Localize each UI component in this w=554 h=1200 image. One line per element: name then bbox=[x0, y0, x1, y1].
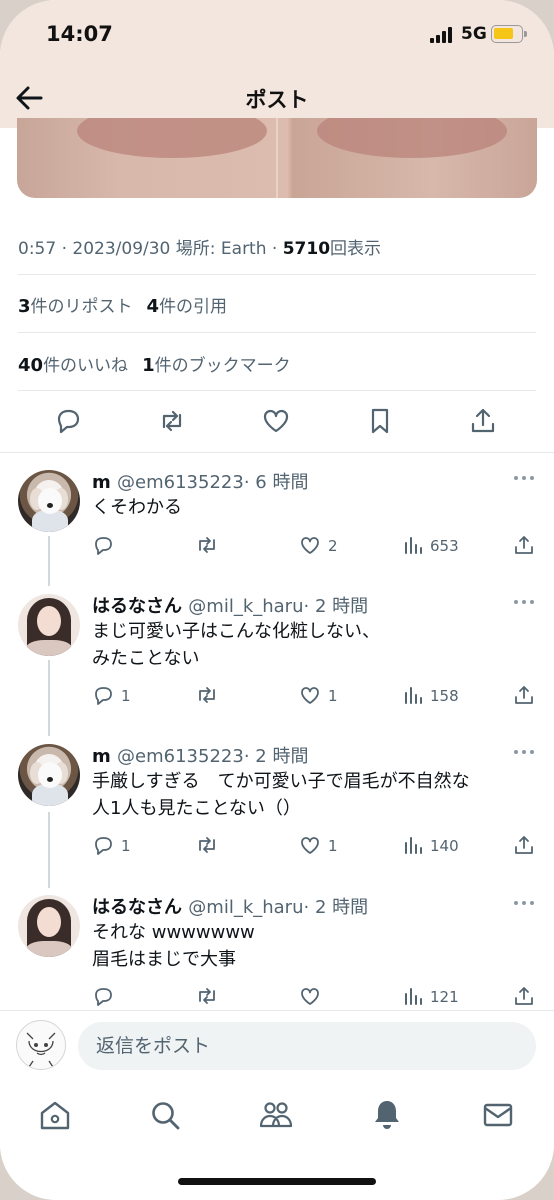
home-indicator bbox=[178, 1178, 376, 1185]
like-bookmark-stats: 40件のいいね 1件のブックマーク bbox=[18, 351, 291, 376]
likes-link[interactable]: 40件のいいね bbox=[18, 355, 128, 376]
my-avatar[interactable] bbox=[16, 1020, 66, 1070]
bookmarks-link[interactable]: 1件のブックマーク bbox=[142, 355, 291, 376]
avatar[interactable] bbox=[18, 470, 80, 532]
status-time: 14:07 bbox=[46, 22, 113, 46]
heart-icon[interactable] bbox=[299, 684, 321, 706]
post-timestamp-location: 0:57 · 2023/09/30 場所: Earth · bbox=[18, 239, 283, 259]
phone-screen: 14:07 5G ポスト 0:57 · 2023/09/30 場所: Earth… bbox=[0, 0, 554, 1200]
signal-icon bbox=[430, 27, 456, 43]
avatar[interactable] bbox=[18, 594, 80, 656]
like-count: 1 bbox=[328, 837, 338, 855]
divider bbox=[18, 332, 536, 333]
heart-icon[interactable] bbox=[261, 406, 291, 436]
reposts-link[interactable]: 3件のリポスト bbox=[18, 296, 133, 317]
avatar[interactable] bbox=[18, 895, 80, 957]
share-icon[interactable] bbox=[513, 834, 535, 856]
view-count: 158 bbox=[430, 687, 459, 705]
share-icon[interactable] bbox=[513, 534, 535, 556]
view-count: 121 bbox=[430, 988, 459, 1006]
repost-icon[interactable] bbox=[157, 406, 187, 436]
search-icon[interactable] bbox=[148, 1098, 182, 1132]
reply-text: まじ可愛い子はこんな化粧しない、 みたことない bbox=[92, 621, 380, 669]
more-options-icon[interactable] bbox=[512, 476, 536, 482]
view-count: 653 bbox=[430, 537, 459, 555]
post-image[interactable] bbox=[17, 118, 537, 198]
repost-icon[interactable] bbox=[196, 985, 218, 1007]
divider bbox=[18, 390, 536, 391]
share-icon[interactable] bbox=[513, 985, 535, 1007]
reply-count: 1 bbox=[121, 687, 131, 705]
speech-bubble-icon[interactable] bbox=[93, 684, 115, 706]
speech-bubble-icon[interactable] bbox=[53, 406, 83, 436]
like-count: 2 bbox=[328, 537, 338, 555]
bar-chart-icon[interactable] bbox=[402, 534, 424, 556]
reply-author[interactable]: m @em6135223· 2 時間 bbox=[92, 742, 308, 768]
like-count: 1 bbox=[328, 687, 338, 705]
divider bbox=[0, 1010, 554, 1011]
reply-author[interactable]: m @em6135223· 6 時間 bbox=[92, 468, 308, 494]
home-icon[interactable] bbox=[38, 1098, 72, 1132]
bar-chart-icon[interactable] bbox=[402, 834, 424, 856]
view-count: 140 bbox=[430, 837, 459, 855]
share-icon[interactable] bbox=[513, 684, 535, 706]
heart-icon[interactable] bbox=[299, 834, 321, 856]
reply-actions: 1 1 158 bbox=[0, 684, 554, 710]
share-icon[interactable] bbox=[468, 406, 498, 436]
repost-icon[interactable] bbox=[196, 834, 218, 856]
reply-text: 手厳しすぎる てか可愛い子で眉毛が不自然な 人1人も見たことない（） bbox=[92, 771, 470, 819]
post-meta: 0:57 · 2023/09/30 場所: Earth · 5710回表示 bbox=[18, 234, 381, 259]
avatar[interactable] bbox=[18, 744, 80, 806]
more-options-icon[interactable] bbox=[512, 600, 536, 606]
repost-quote-stats: 3件のリポスト 4件の引用 bbox=[18, 292, 227, 317]
reply-author[interactable]: はるなさん @mil_k_haru· 2 時間 bbox=[92, 893, 368, 919]
reply-text: くそわかる bbox=[92, 497, 182, 518]
speech-bubble-icon[interactable] bbox=[93, 985, 115, 1007]
post-action-bar bbox=[0, 392, 554, 452]
battery-icon bbox=[491, 25, 527, 43]
people-icon[interactable] bbox=[259, 1098, 293, 1132]
divider bbox=[18, 274, 536, 275]
heart-icon[interactable] bbox=[299, 985, 321, 1007]
reply-text: それな wwwwwww 眉毛はまじで大事 bbox=[92, 922, 255, 970]
repost-icon[interactable] bbox=[196, 684, 218, 706]
bar-chart-icon[interactable] bbox=[402, 985, 424, 1007]
bookmark-icon[interactable] bbox=[365, 406, 395, 436]
more-options-icon[interactable] bbox=[512, 750, 536, 756]
quotes-link[interactable]: 4件の引用 bbox=[147, 296, 228, 317]
views-label: 回表示 bbox=[330, 239, 382, 259]
mail-icon[interactable] bbox=[481, 1098, 515, 1132]
reply-author[interactable]: はるなさん @mil_k_haru· 2 時間 bbox=[92, 592, 368, 618]
heart-icon[interactable] bbox=[299, 534, 321, 556]
sketch-face-icon bbox=[26, 1032, 56, 1068]
more-options-icon[interactable] bbox=[512, 901, 536, 907]
reply-actions: 1 1 140 bbox=[0, 834, 554, 860]
bar-chart-icon[interactable] bbox=[402, 684, 424, 706]
bell-icon[interactable] bbox=[370, 1098, 404, 1132]
repost-icon[interactable] bbox=[196, 534, 218, 556]
page-title: ポスト bbox=[245, 88, 309, 112]
reply-actions: 2 653 bbox=[0, 534, 554, 560]
reply-input[interactable]: 返信をポスト bbox=[78, 1022, 536, 1070]
reply-count: 1 bbox=[121, 837, 131, 855]
network-label: 5G bbox=[461, 24, 487, 44]
views-count: 5710 bbox=[282, 239, 331, 259]
reply-actions: 121 bbox=[0, 985, 554, 1011]
speech-bubble-icon[interactable] bbox=[93, 534, 115, 556]
divider bbox=[0, 452, 554, 453]
speech-bubble-icon[interactable] bbox=[93, 834, 115, 856]
